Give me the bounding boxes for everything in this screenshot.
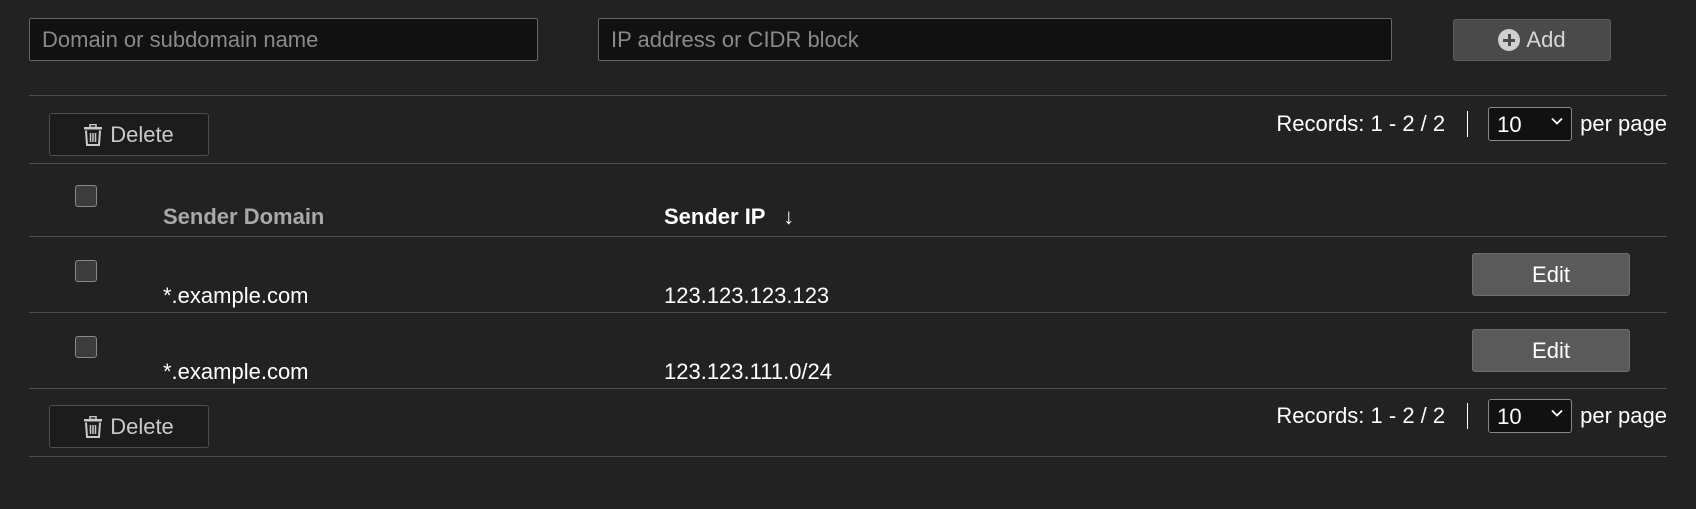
sender-ip-cell: 123.123.111.0/24 [664,359,833,384]
pagination-bottom: Records: 1 - 2 / 2 10 per page [1276,399,1667,433]
divider [29,236,1667,237]
trash-icon [84,123,103,146]
per-page-label: per page [1580,403,1667,428]
per-page-label: per page [1580,111,1667,136]
row-checkbox[interactable] [75,336,97,358]
divider [29,312,1667,313]
sender-domain-cell: *.example.com [163,283,309,308]
divider [29,388,1667,389]
edit-button-label: Edit [1532,261,1570,287]
trash-icon [84,415,103,438]
delete-button-top[interactable]: Delete [49,113,209,156]
ip-input[interactable] [598,18,1392,61]
separator [1467,111,1469,137]
divider [29,95,1667,96]
delete-button-label: Delete [110,121,174,147]
arrow-down-icon: ↓ [783,204,795,229]
column-header-sender-ip[interactable]: Sender IP ↓ [664,204,794,230]
domain-input[interactable] [29,18,538,61]
sender-domain-cell: *.example.com [163,359,309,384]
add-button[interactable]: Add [1453,19,1611,61]
records-count: Records: 1 - 2 / 2 [1276,403,1446,428]
pagination-top: Records: 1 - 2 / 2 10 per page [1276,107,1667,141]
divider [29,163,1667,164]
divider [29,456,1667,457]
select-all-checkbox[interactable] [75,185,97,207]
edit-button-label: Edit [1532,337,1570,363]
column-header-label: Sender IP [664,204,766,229]
edit-button[interactable]: Edit [1472,253,1630,296]
plus-circle-icon [1498,29,1521,51]
row-checkbox[interactable] [75,260,97,282]
per-page-select[interactable]: 10 [1488,399,1573,433]
delete-button-bottom[interactable]: Delete [49,405,209,448]
delete-button-label: Delete [110,413,174,439]
column-header-sender-domain[interactable]: Sender Domain [163,204,324,230]
records-count: Records: 1 - 2 / 2 [1276,111,1446,136]
per-page-select[interactable]: 10 [1488,107,1573,141]
sender-ip-cell: 123.123.123.123 [664,283,830,308]
add-button-label: Add [1526,27,1566,52]
separator [1467,403,1469,429]
edit-button[interactable]: Edit [1472,329,1630,372]
